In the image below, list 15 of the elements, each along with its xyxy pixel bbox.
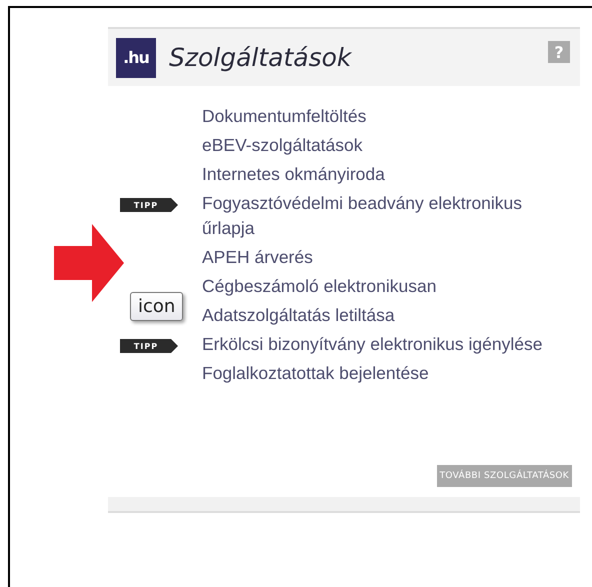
tip-badge: TIPP <box>120 339 178 353</box>
service-link[interactable]: Internetes okmányiroda <box>202 162 547 187</box>
right-arrow-icon <box>54 224 124 302</box>
service-link[interactable]: APEH árverés <box>202 245 547 270</box>
tip-badge: TIPP <box>120 198 178 212</box>
tooltip: icon <box>130 292 184 321</box>
service-link[interactable]: Erkölcsi bizonyítvány elektronikus igénylése <box>202 332 547 357</box>
widget-title: Szolgáltatások <box>169 43 352 72</box>
service-link[interactable]: Cégbeszámoló elektronikusan <box>202 274 547 299</box>
logo-badge: .hu <box>116 38 156 78</box>
service-link[interactable]: Foglalkoztatottak bejelentése <box>202 361 547 386</box>
service-link[interactable]: eBEV-szolgáltatások <box>202 133 547 158</box>
service-link[interactable]: Adatszolgáltatás letiltása <box>202 303 547 328</box>
service-link[interactable]: Dokumentumfeltöltés <box>202 104 547 129</box>
service-link[interactable]: Fogyasztóvédelmi beadvány elektronikus űrlapja <box>202 191 547 241</box>
